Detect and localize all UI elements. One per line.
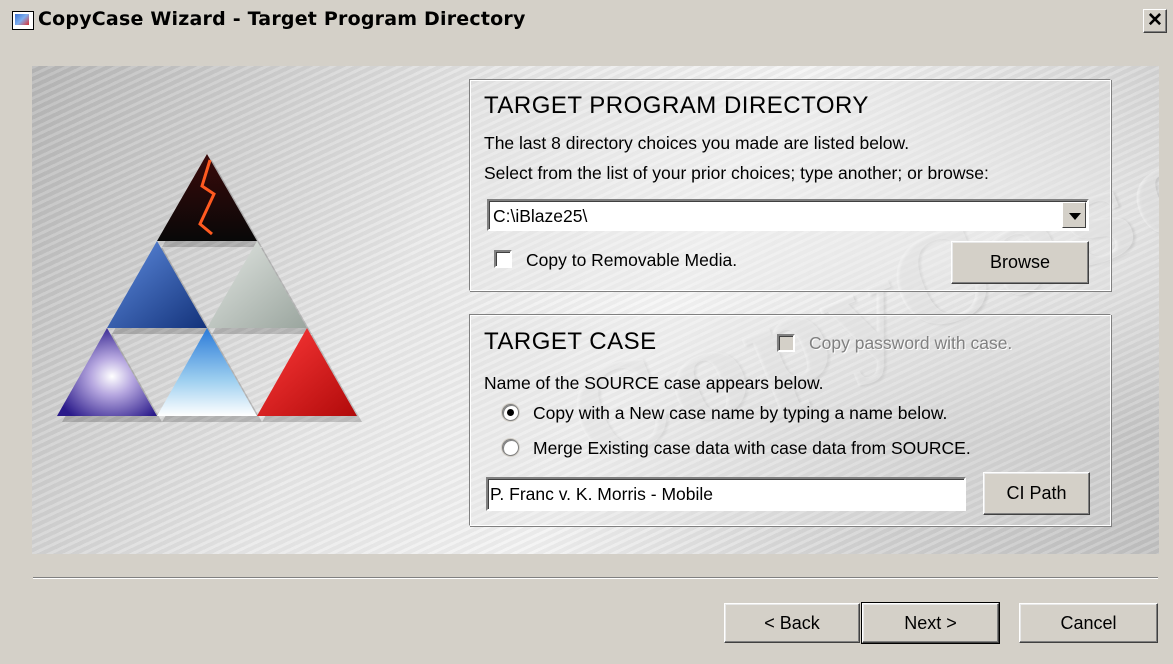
directory-heading: TARGET PROGRAM DIRECTORY [484, 92, 869, 119]
title-bar: CopyCase Wizard - Target Program Directo… [0, 0, 1173, 40]
ci-path-button[interactable]: CI Path [983, 472, 1090, 515]
case-instruction: Name of the SOURCE case appears below. [484, 373, 824, 393]
close-button[interactable]: ✕ [1143, 9, 1167, 33]
merge-existing-radio[interactable] [502, 439, 519, 456]
removable-media-label[interactable]: Copy to Removable Media. [526, 250, 737, 271]
back-button[interactable]: < Back [724, 603, 860, 643]
app-icon [12, 11, 34, 30]
copy-password-checkbox[interactable] [777, 334, 795, 352]
triangle-pyramid-logo-icon [57, 154, 362, 422]
copy-new-name-radio[interactable] [502, 404, 519, 421]
directory-help-line2: Select from the list of your prior choic… [484, 163, 989, 183]
chevron-down-icon[interactable] [1062, 202, 1086, 228]
copy-password-label: Copy password with case. [809, 333, 1013, 353]
browse-button[interactable]: Browse [951, 241, 1089, 284]
directory-help-line1: The last 8 directory choices you made ar… [484, 133, 910, 153]
removable-media-checkbox[interactable] [494, 250, 512, 268]
case-name-input[interactable] [490, 481, 950, 507]
merge-existing-label[interactable]: Merge Existing case data with case data … [533, 438, 971, 459]
case-heading: TARGET CASE [484, 328, 657, 355]
cancel-button[interactable]: Cancel [1019, 603, 1158, 643]
case-name-field-frame [486, 477, 966, 511]
directory-combobox[interactable]: C:\iBlaze25\ [487, 199, 1089, 231]
next-button[interactable]: Next > [861, 602, 1000, 644]
copy-new-name-label[interactable]: Copy with a New case name by typing a na… [533, 403, 947, 424]
footer-separator [33, 577, 1158, 579]
window-title: CopyCase Wizard - Target Program Directo… [38, 8, 526, 30]
directory-combobox-value[interactable]: C:\iBlaze25\ [493, 206, 587, 227]
